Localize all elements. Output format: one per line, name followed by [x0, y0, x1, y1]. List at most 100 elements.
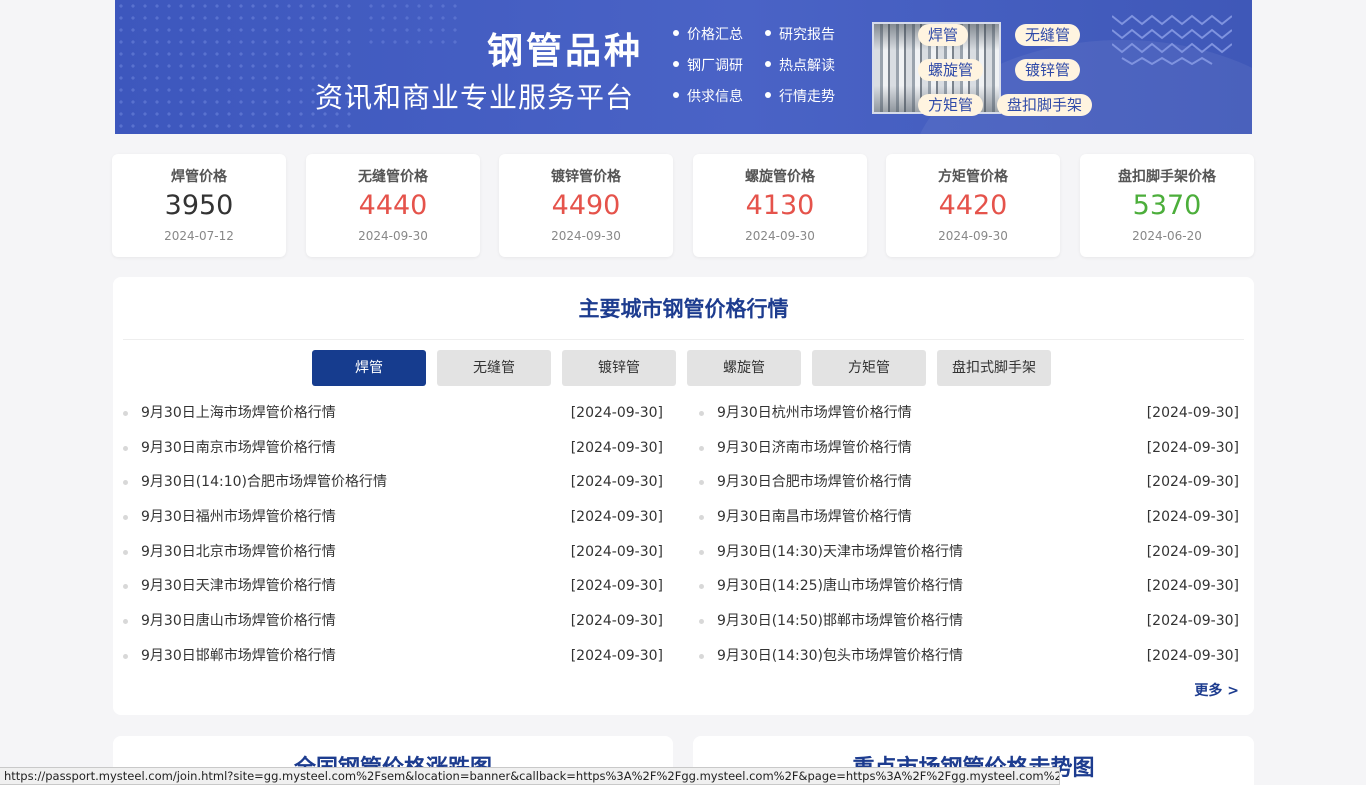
banner-title: 钢管品种 [487, 31, 644, 72]
price-card-value: 4440 [358, 190, 428, 221]
price-card-value: 5370 [1132, 190, 1202, 221]
price-card-value: 3950 [164, 190, 234, 221]
banner-dot-pattern-2 [365, 0, 465, 50]
list-item[interactable]: 9月30日唐山市场焊管价格行情 [2024-09-30] [113, 604, 663, 639]
list-item[interactable]: 9月30日(14:25)唐山市场焊管价格行情 [2024-09-30] [689, 569, 1239, 604]
price-card-galvanized[interactable]: 镀锌管价格 4490 2024-09-30 [499, 154, 673, 257]
price-card-value: 4490 [551, 190, 621, 221]
list-item-date: [2024-09-30] [570, 647, 663, 664]
list-item[interactable]: 9月30日上海市场焊管价格行情 [2024-09-30] [113, 396, 663, 431]
list-item-title[interactable]: 9月30日(14:30)包头市场焊管价格行情 [717, 639, 963, 674]
list-item-title[interactable]: 9月30日天津市场焊管价格行情 [141, 569, 336, 604]
banner-pill-scaffold[interactable]: 盘扣脚手架 [997, 94, 1093, 116]
tab-spiral-pipe[interactable]: 螺旋管 [687, 350, 801, 386]
news-list-left: 9月30日上海市场焊管价格行情 [2024-09-30] 9月30日南京市场焊管价格… [113, 396, 663, 674]
list-item-title[interactable]: 9月30日济南市场焊管价格行情 [717, 431, 912, 466]
banner-pill-seamless-pipe[interactable]: 无缝管 [1015, 24, 1081, 46]
list-item-title[interactable]: 9月30日北京市场焊管价格行情 [141, 535, 336, 570]
list-item[interactable]: 9月30日(14:10)合肥市场焊管价格行情 [2024-09-30] [113, 465, 663, 500]
price-card-title: 无缝管价格 [358, 169, 428, 185]
list-item[interactable]: 9月30日(14:50)邯郸市场焊管价格行情 [2024-09-30] [689, 604, 1239, 639]
list-item-date: [2024-09-30] [1146, 578, 1239, 595]
list-item[interactable]: 9月30日(14:30)天津市场焊管价格行情 [2024-09-30] [689, 535, 1239, 570]
list-item-date: [2024-09-30] [570, 613, 663, 630]
price-card-date: 2024-07-12 [164, 229, 234, 243]
banner-links: 价格汇总 研究报告 钢厂调研 热点解读 供求信息 行情走势 [673, 26, 853, 106]
list-item-date: [2024-09-30] [1146, 509, 1239, 526]
list-item-title[interactable]: 9月30日(14:30)天津市场焊管价格行情 [717, 535, 963, 570]
list-item-title[interactable]: 9月30日杭州市场焊管价格行情 [717, 396, 912, 431]
price-card-date: 2024-09-30 [551, 229, 621, 243]
list-item-title[interactable]: 9月30日(14:25)唐山市场焊管价格行情 [717, 569, 963, 604]
banner-link-price-summary[interactable]: 价格汇总 [673, 26, 765, 44]
list-item-title[interactable]: 9月30日福州市场焊管价格行情 [141, 500, 336, 535]
list-item[interactable]: 9月30日南昌市场焊管价格行情 [2024-09-30] [689, 500, 1239, 535]
tab-galvanized-pipe[interactable]: 镀锌管 [562, 350, 676, 386]
banner-link-hot-topics[interactable]: 热点解读 [765, 57, 857, 75]
price-card-title: 镀锌管价格 [551, 169, 621, 185]
price-card-value: 4420 [938, 190, 1008, 221]
list-item[interactable]: 9月30日杭州市场焊管价格行情 [2024-09-30] [689, 396, 1239, 431]
list-item[interactable]: 9月30日北京市场焊管价格行情 [2024-09-30] [113, 535, 663, 570]
banner-link-research-report[interactable]: 研究报告 [765, 26, 857, 44]
list-item[interactable]: 9月30日福州市场焊管价格行情 [2024-09-30] [113, 500, 663, 535]
banner-link-mill-survey[interactable]: 钢厂调研 [673, 57, 765, 75]
tab-square-pipe[interactable]: 方矩管 [812, 350, 926, 386]
banner-pill-galvanized-pipe[interactable]: 镀锌管 [1015, 59, 1081, 81]
tab-scaffold[interactable]: 盘扣式脚手架 [937, 350, 1051, 386]
price-card-date: 2024-09-30 [745, 229, 815, 243]
list-item-date: [2024-09-30] [570, 543, 663, 560]
list-item-title[interactable]: 9月30日南京市场焊管价格行情 [141, 431, 336, 466]
list-item-title[interactable]: 9月30日南昌市场焊管价格行情 [717, 500, 912, 535]
price-card-date: 2024-06-20 [1132, 229, 1202, 243]
list-item-title[interactable]: 9月30日上海市场焊管价格行情 [141, 396, 336, 431]
price-card-spiral[interactable]: 螺旋管价格 4130 2024-09-30 [693, 154, 867, 257]
price-card-title: 盘扣脚手架价格 [1118, 169, 1216, 185]
list-item-date: [2024-09-30] [1146, 439, 1239, 456]
list-item-title[interactable]: 9月30日(14:50)邯郸市场焊管价格行情 [717, 604, 963, 639]
browser-status-url: https://passport.mysteel.com/join.html?s… [0, 767, 1060, 785]
tab-seamless-pipe[interactable]: 无缝管 [437, 350, 551, 386]
price-card-title: 焊管价格 [171, 169, 227, 185]
price-card-date: 2024-09-30 [358, 229, 428, 243]
list-item-date: [2024-09-30] [1146, 405, 1239, 421]
tab-welded-pipe[interactable]: 焊管 [312, 350, 426, 386]
list-item-date: [2024-09-30] [1146, 613, 1239, 630]
list-item[interactable]: 9月30日(14:30)包头市场焊管价格行情 [2024-09-30] [689, 639, 1239, 674]
list-item[interactable]: 9月30日合肥市场焊管价格行情 [2024-09-30] [689, 465, 1239, 500]
city-price-panel: 主要城市钢管价格行情 焊管 无缝管 镀锌管 螺旋管 方矩管 盘扣式脚手架 9月3… [113, 277, 1254, 715]
banner-link-market-trend[interactable]: 行情走势 [765, 88, 857, 106]
price-card-scaffold[interactable]: 盘扣脚手架价格 5370 2024-06-20 [1080, 154, 1254, 257]
list-item[interactable]: 9月30日济南市场焊管价格行情 [2024-09-30] [689, 431, 1239, 466]
banner-pill-welded-pipe[interactable]: 焊管 [918, 24, 969, 46]
list-item-title[interactable]: 9月30日(14:10)合肥市场焊管价格行情 [141, 465, 387, 500]
list-item-date: [2024-09-30] [570, 439, 663, 456]
list-item-title[interactable]: 9月30日邯郸市场焊管价格行情 [141, 639, 336, 674]
price-card-seamless[interactable]: 无缝管价格 4440 2024-09-30 [306, 154, 480, 257]
list-item[interactable]: 9月30日南京市场焊管价格行情 [2024-09-30] [113, 431, 663, 466]
divider [123, 339, 1244, 340]
news-list-right: 9月30日杭州市场焊管价格行情 [2024-09-30] 9月30日济南市场焊管价格… [689, 396, 1239, 674]
banner-pill-square-pipe[interactable]: 方矩管 [918, 94, 984, 116]
price-card-date: 2024-09-30 [938, 229, 1008, 243]
price-card-title: 方矩管价格 [938, 169, 1008, 185]
top-banner[interactable]: 钢管品种 资讯和商业专业服务平台 价格汇总 研究报告 钢厂调研 热点解读 供求信… [115, 0, 1252, 134]
panel-title: 主要城市钢管价格行情 [578, 297, 789, 321]
list-item-date: [2024-09-30] [1146, 543, 1239, 560]
price-card-square[interactable]: 方矩管价格 4420 2024-09-30 [886, 154, 1060, 257]
list-item-title[interactable]: 9月30日合肥市场焊管价格行情 [717, 465, 912, 500]
list-item-date: [2024-09-30] [570, 405, 663, 421]
banner-subtitle: 资讯和商业专业服务平台 [315, 81, 635, 114]
price-card-value: 4130 [745, 190, 815, 221]
price-card-title: 螺旋管价格 [745, 169, 815, 185]
list-item-date: [2024-09-30] [570, 509, 663, 526]
list-item-date: [2024-09-30] [570, 474, 663, 491]
list-item[interactable]: 9月30日天津市场焊管价格行情 [2024-09-30] [113, 569, 663, 604]
list-item-date: [2024-09-30] [570, 578, 663, 595]
banner-pill-spiral-pipe[interactable]: 螺旋管 [918, 59, 984, 81]
banner-link-supply-demand[interactable]: 供求信息 [673, 88, 765, 106]
price-card-welded[interactable]: 焊管价格 3950 2024-07-12 [112, 154, 286, 257]
list-item[interactable]: 9月30日邯郸市场焊管价格行情 [2024-09-30] [113, 639, 663, 674]
list-item-title[interactable]: 9月30日唐山市场焊管价格行情 [141, 604, 336, 639]
more-link[interactable]: 更多 > [1194, 680, 1239, 700]
